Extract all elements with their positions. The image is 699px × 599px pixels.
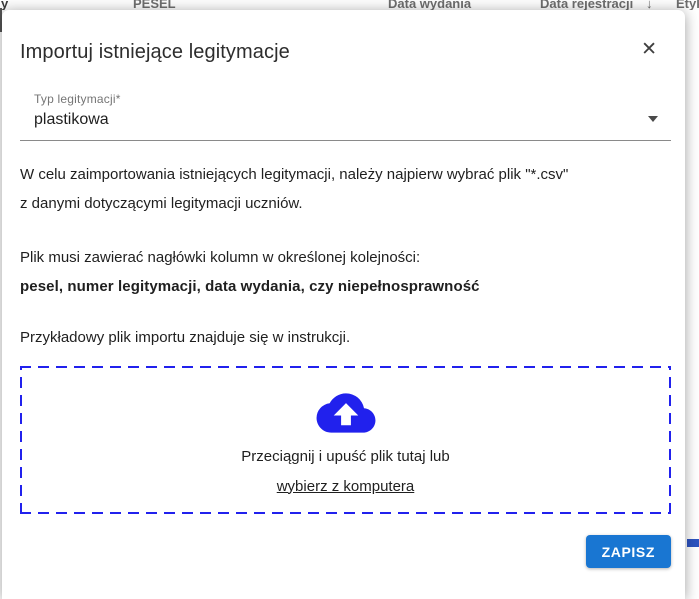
intro-line-1: W celu zaimportowania istniejących legit… <box>20 166 569 183</box>
bg-header-data-wydania: Data wydania <box>388 0 472 10</box>
background-blue-element <box>687 539 699 547</box>
dialog-actions: ZAPISZ <box>20 535 671 568</box>
headers-columns-bold: pesel, numer legitymacji, data wydania, … <box>20 278 480 295</box>
dialog-title: Importuj istniejące legitymacje <box>20 41 290 63</box>
type-legitymacji-select[interactable]: Typ legitymacji* plastikowa <box>20 92 671 141</box>
intro-paragraph: W celu zaimportowania istniejących legit… <box>20 160 671 218</box>
import-legitymacje-dialog: Importuj istniejące legitymacje ✕ Typ le… <box>2 10 685 599</box>
background-table-header: y PESEL Data wydania Data rejestracji ↓ … <box>0 0 699 10</box>
type-select-value: plastikowa <box>34 111 109 128</box>
chevron-down-icon[interactable] <box>648 116 658 122</box>
file-dropzone[interactable]: Przeciągnij i upuść plik tutaj lub wybie… <box>20 366 671 514</box>
cloud-upload-icon <box>316 392 375 433</box>
bg-header-data-rejestracji: Data rejestracji <box>540 0 634 10</box>
dialog-header: Importuj istniejące legitymacje ✕ <box>20 10 671 64</box>
bg-header-etykiety: Etykie <box>676 0 699 10</box>
type-select-label: Typ legitymacji* <box>34 92 121 106</box>
close-icon[interactable]: ✕ <box>639 38 659 61</box>
bg-header-pesel: PESEL <box>133 0 176 10</box>
intro-line-2: z danymi dotyczącymi legitymacji uczniów… <box>20 195 303 212</box>
headers-line: Plik musi zawierać nagłówki kolumn w okr… <box>20 249 421 266</box>
dropzone-drag-text: Przeciągnij i upuść plik tutaj lub <box>241 447 450 465</box>
headers-paragraph: Plik musi zawierać nagłówki kolumn w okr… <box>20 243 671 301</box>
example-paragraph: Przykładowy plik importu znajduje się w … <box>20 323 671 352</box>
sort-arrow-icon: ↓ <box>646 0 653 10</box>
bg-header-fragment: y <box>1 0 9 10</box>
example-line: Przykładowy plik importu znajduje się w … <box>20 329 351 346</box>
save-button[interactable]: ZAPISZ <box>585 535 671 568</box>
screen: y PESEL Data wydania Data rejestracji ↓ … <box>0 0 699 599</box>
browse-computer-link[interactable]: wybierz z komputera <box>277 478 415 495</box>
